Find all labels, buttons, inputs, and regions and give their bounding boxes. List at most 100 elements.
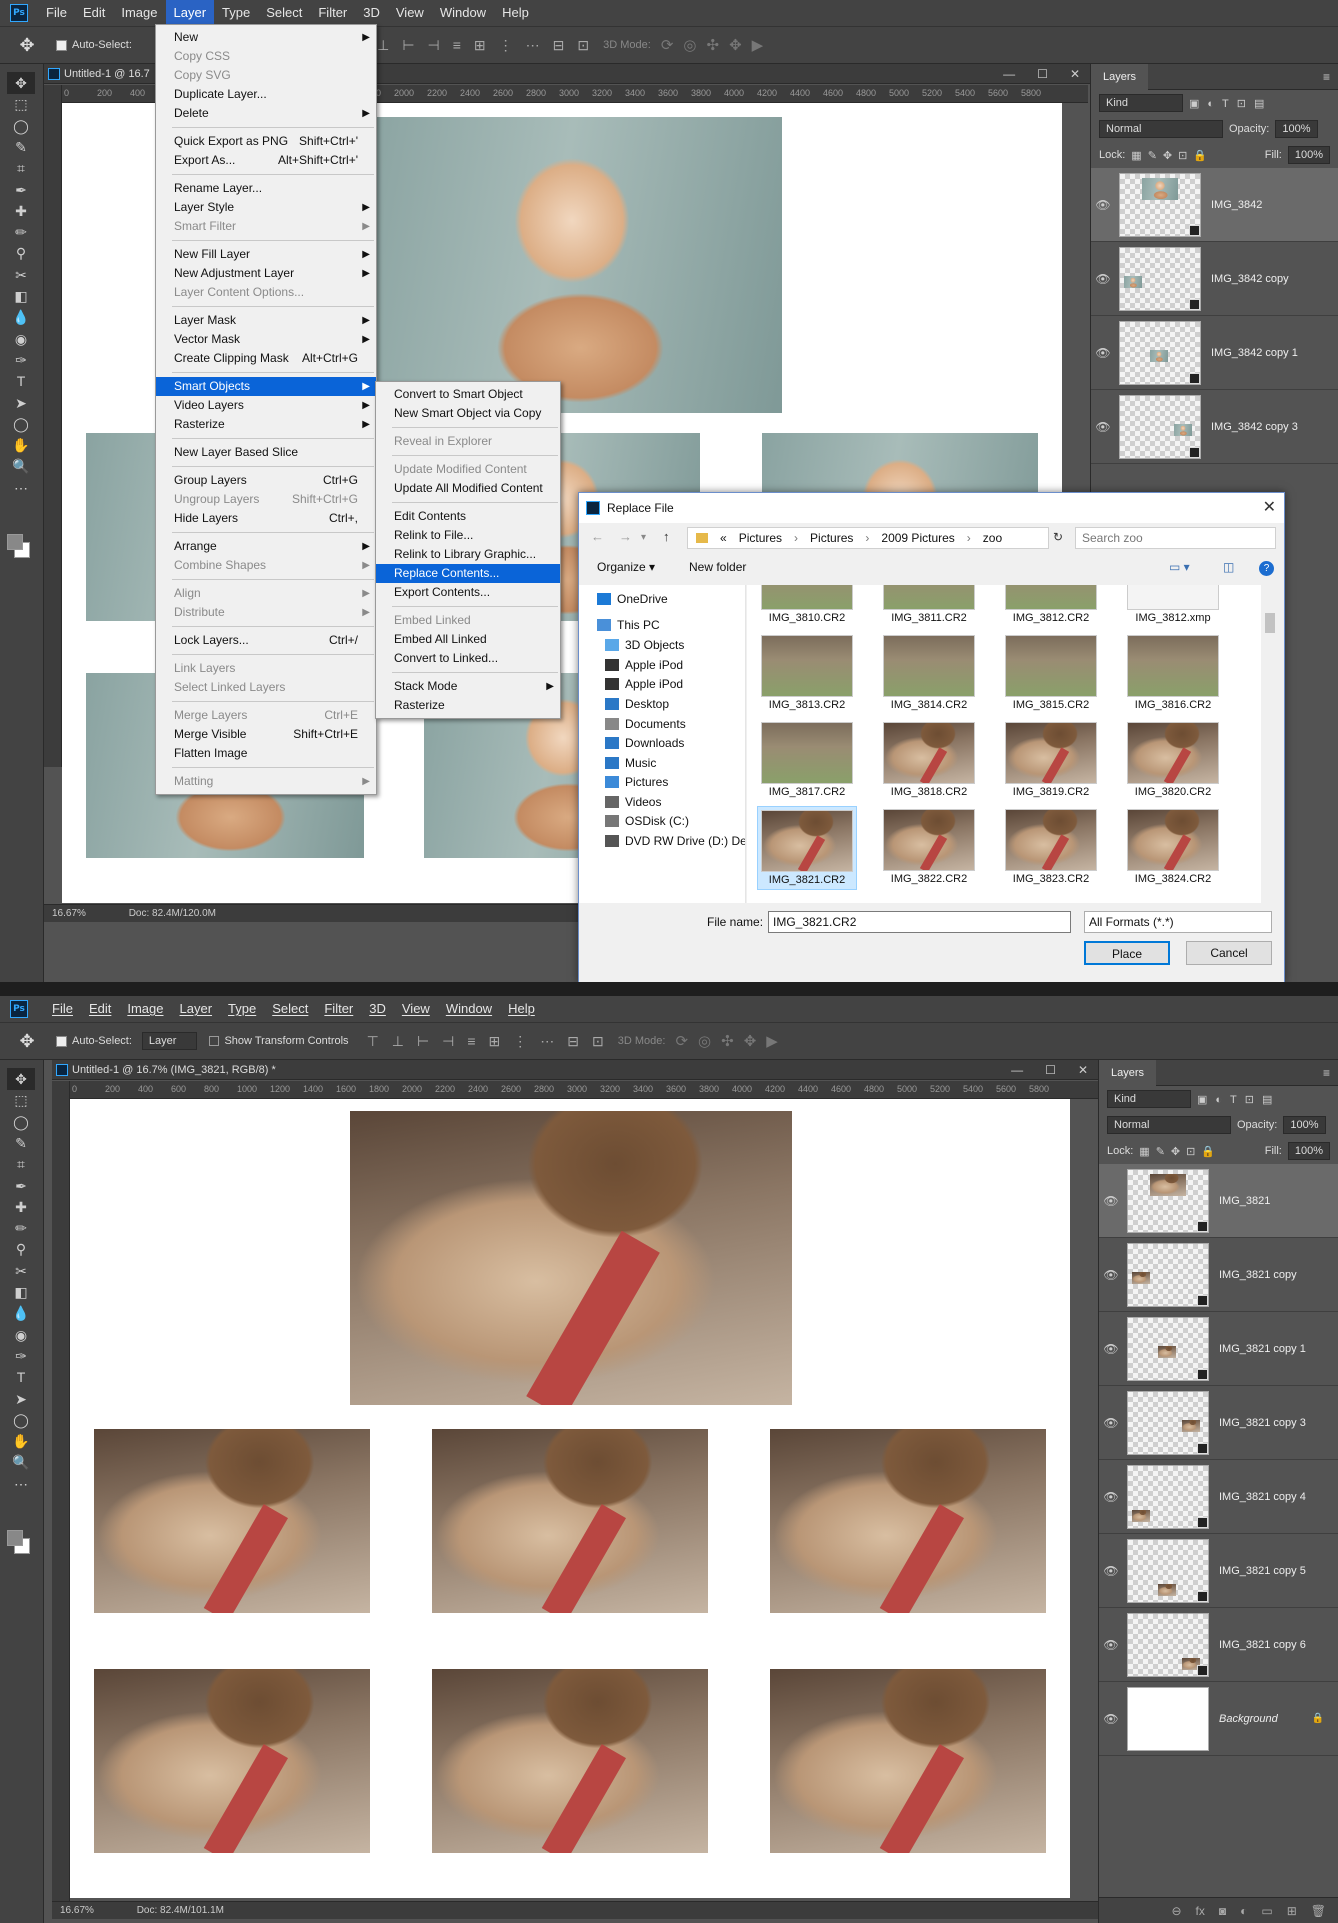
- file-item[interactable]: IMG_3823.CR2: [1001, 806, 1101, 890]
- blend-mode-select[interactable]: Normal: [1107, 1116, 1231, 1134]
- ellipse-tool-icon[interactable]: ◯: [7, 413, 35, 435]
- menu-image[interactable]: Image: [119, 996, 171, 1022]
- breadcrumb-segment[interactable]: 2009 Pictures: [881, 531, 954, 545]
- menu-select[interactable]: Select: [264, 996, 316, 1022]
- visibility-eye-icon[interactable]: 👁: [1099, 1564, 1123, 1578]
- menu-item-convert-to-linked[interactable]: Convert to Linked...: [376, 649, 560, 668]
- healing-brush-icon[interactable]: ✚: [7, 200, 35, 222]
- menu-item-rasterize[interactable]: Rasterize ▶: [156, 415, 376, 434]
- help-icon[interactable]: ?: [1259, 561, 1274, 576]
- menu-item-lock-layers[interactable]: Lock Layers... Ctrl+/: [156, 631, 376, 650]
- align-icons[interactable]: ⊤⊥⊢⊣≡⊞⋮⋯⊟⊡: [352, 37, 589, 54]
- layer-row[interactable]: 👁 IMG_3821 copy 5: [1099, 1534, 1338, 1608]
- nav-item-desktop[interactable]: Desktop: [605, 694, 669, 714]
- history-brush-icon[interactable]: ✂: [7, 264, 35, 286]
- visibility-eye-icon[interactable]: 👁: [1091, 198, 1115, 212]
- menu-item-new-smart-object-via-copy[interactable]: New Smart Object via Copy: [376, 404, 560, 423]
- nav-item-documents[interactable]: Documents: [605, 714, 686, 734]
- menu-type[interactable]: Type: [214, 0, 258, 26]
- menu-item-delete[interactable]: Delete ▶: [156, 104, 376, 123]
- menu-item-edit-contents[interactable]: Edit Contents: [376, 507, 560, 526]
- chevron-down-icon[interactable]: ▾: [641, 532, 646, 543]
- menu-item-export-contents[interactable]: Export Contents...: [376, 583, 560, 602]
- visibility-eye-icon[interactable]: 👁: [1099, 1712, 1123, 1726]
- menu-window[interactable]: Window: [432, 0, 494, 26]
- crop-tool-icon[interactable]: ⌗: [7, 1153, 35, 1175]
- layer-row[interactable]: 👁 IMG_3821 copy 1: [1099, 1312, 1338, 1386]
- file-item[interactable]: IMG_3810.CR2: [757, 585, 857, 629]
- hand-tool-icon[interactable]: ✋: [7, 434, 35, 456]
- kind-filter-select[interactable]: Kind: [1107, 1090, 1191, 1108]
- layer-row[interactable]: 👁 IMG_3842 copy 3: [1091, 390, 1338, 464]
- menu-item-embed-all-linked[interactable]: Embed All Linked: [376, 630, 560, 649]
- healing-brush-icon[interactable]: ✚: [7, 1196, 35, 1218]
- breadcrumb-segment[interactable]: Pictures: [739, 531, 782, 545]
- move-tool-icon[interactable]: ✥: [12, 32, 42, 58]
- menu-item-replace-contents[interactable]: Replace Contents...: [376, 564, 560, 583]
- menu-image[interactable]: Image: [113, 0, 165, 26]
- dodge-icon[interactable]: ◉: [7, 1324, 35, 1346]
- organize-button[interactable]: Organize ▾: [597, 560, 655, 574]
- transform-controls-checkbox[interactable]: [209, 1036, 220, 1046]
- menu-edit[interactable]: Edit: [75, 0, 113, 26]
- breadcrumb-segment[interactable]: zoo: [983, 531, 1002, 545]
- fx-icon[interactable]: fx: [1196, 1904, 1205, 1918]
- quick-select-icon[interactable]: ✎: [7, 136, 35, 158]
- type-tool-icon[interactable]: T: [7, 370, 35, 392]
- view-options-icon[interactable]: ▭ ▾: [1169, 560, 1190, 574]
- menu-3d[interactable]: 3D: [355, 0, 388, 26]
- document-canvas[interactable]: [70, 1099, 1070, 1898]
- auto-select-target-select[interactable]: Layer: [141, 1032, 198, 1050]
- menu-item-hide-layers[interactable]: Hide Layers Ctrl+,: [156, 509, 376, 528]
- opacity-field[interactable]: 100%: [1275, 120, 1318, 138]
- file-item[interactable]: IMG_3824.CR2: [1123, 806, 1223, 890]
- layer-row[interactable]: 👁 IMG_3842: [1091, 168, 1338, 242]
- lock-icons[interactable]: ▦✎✥⊡🔒: [1131, 149, 1213, 162]
- ellipse-tool-icon[interactable]: ◯: [7, 1409, 35, 1431]
- zoom-tool-icon[interactable]: 🔍: [7, 1451, 35, 1473]
- layer-row[interactable]: 👁 IMG_3821 copy 3: [1099, 1386, 1338, 1460]
- nav-item-pictures[interactable]: Pictures: [605, 772, 668, 792]
- visibility-eye-icon[interactable]: 👁: [1091, 346, 1115, 360]
- file-item[interactable]: IMG_3811.CR2: [879, 585, 979, 629]
- 3d-mode-icons[interactable]: ⟳ ◎ ✣ ✥ ▶: [661, 36, 763, 54]
- pen-tool-icon[interactable]: ✑: [7, 349, 35, 371]
- foreground-color-swatch[interactable]: [7, 534, 23, 550]
- menu-item-convert-to-smart-object[interactable]: Convert to Smart Object: [376, 385, 560, 404]
- more-tools-icon[interactable]: ⋯: [7, 1473, 35, 1495]
- visibility-eye-icon[interactable]: 👁: [1099, 1416, 1123, 1430]
- eyedropper-icon[interactable]: ✒: [7, 1175, 35, 1197]
- filter-icons[interactable]: ▣◐T⊡▤: [1197, 1093, 1280, 1106]
- menu-item-rename-layer[interactable]: Rename Layer...: [156, 179, 376, 198]
- breadcrumb-segment[interactable]: «: [720, 531, 727, 545]
- menu-item-new-layer-based-slice[interactable]: New Layer Based Slice: [156, 443, 376, 462]
- align-icons[interactable]: ⊤⊥⊢⊣≡⊞⋮⋯⊟⊡: [367, 1033, 604, 1050]
- layers-tab[interactable]: Layers: [1099, 1060, 1157, 1086]
- menu-help[interactable]: Help: [494, 0, 537, 26]
- brush-tool-icon[interactable]: ✏: [7, 1217, 35, 1239]
- address-bar[interactable]: « Pictures › Pictures › 2009 Pictures › zoo: [687, 527, 1049, 549]
- menu-item-new-adjustment-layer[interactable]: New Adjustment Layer ▶: [156, 264, 376, 283]
- move-tool-icon[interactable]: ✥: [7, 1068, 35, 1090]
- panel-menu-icon[interactable]: ≡: [1323, 1066, 1330, 1080]
- menu-3d[interactable]: 3D: [361, 996, 394, 1022]
- file-list-scrollbar[interactable]: [1261, 585, 1279, 903]
- filter-icons[interactable]: ▣◐T⊡▤: [1189, 97, 1272, 110]
- menu-item-rasterize[interactable]: Rasterize: [376, 696, 560, 715]
- place-button[interactable]: Place: [1084, 941, 1170, 965]
- menu-filter[interactable]: Filter: [316, 996, 361, 1022]
- nav-item-this-pc[interactable]: This PC: [597, 615, 660, 635]
- nav-item-videos[interactable]: Videos: [605, 792, 661, 812]
- path-select-icon[interactable]: ➤: [7, 1388, 35, 1410]
- crop-tool-icon[interactable]: ⌗: [7, 157, 35, 179]
- menu-item-arrange[interactable]: Arrange ▶: [156, 537, 376, 556]
- move-tool-icon[interactable]: ✥: [7, 72, 35, 94]
- auto-select-checkbox[interactable]: [56, 1035, 67, 1047]
- menu-file[interactable]: File: [44, 996, 81, 1022]
- file-item[interactable]: IMG_3813.CR2: [757, 632, 857, 716]
- visibility-eye-icon[interactable]: 👁: [1099, 1194, 1123, 1208]
- menu-item-duplicate-layer[interactable]: Duplicate Layer...: [156, 85, 376, 104]
- file-item[interactable]: IMG_3812.xmp: [1123, 585, 1223, 629]
- trash-icon[interactable]: 🗑: [1311, 1904, 1326, 1918]
- menu-item-update-all-modified-content[interactable]: Update All Modified Content: [376, 479, 560, 498]
